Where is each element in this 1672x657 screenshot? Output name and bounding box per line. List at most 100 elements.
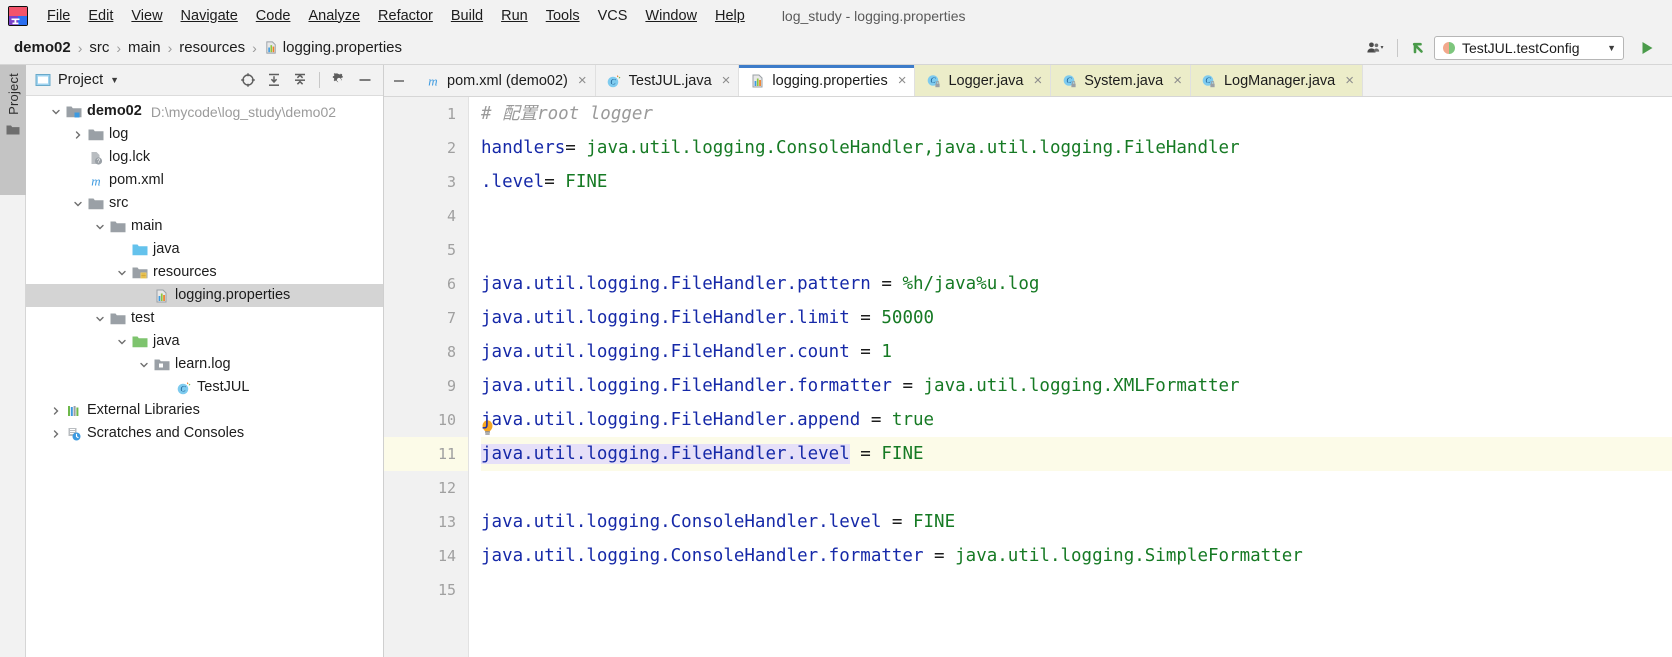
menu-analyze[interactable]: Analyze <box>299 5 369 27</box>
code-line-10[interactable]: java.util.logging.FileHandler.append = t… <box>481 403 1672 437</box>
close-icon[interactable]: × <box>1033 73 1042 88</box>
menu-edit[interactable]: Edit <box>79 5 122 27</box>
tree-node-main-java[interactable]: java <box>26 238 383 261</box>
menu-view[interactable]: View <box>122 5 171 27</box>
line-number: 7 <box>446 309 456 327</box>
menu-window[interactable]: Window <box>636 5 706 27</box>
code-line-9[interactable]: java.util.logging.FileHandler.formatter … <box>481 369 1672 403</box>
code-line-7[interactable]: java.util.logging.FileHandler.limit = 50… <box>481 301 1672 335</box>
properties-file-icon <box>264 40 279 55</box>
project-panel-title: Project <box>58 72 104 88</box>
chevron-down-icon[interactable] <box>114 261 130 284</box>
close-icon[interactable]: × <box>578 73 587 88</box>
scratches-icon <box>64 422 84 445</box>
code-line-12[interactable] <box>481 471 1672 505</box>
tree-node-log[interactable]: log <box>26 123 383 146</box>
code-line-14[interactable]: java.util.logging.ConsoleHandler.formatt… <box>481 539 1672 573</box>
code-line-1[interactable]: # 配置root logger <box>481 97 1672 131</box>
breadcrumb-item-resources[interactable]: resources <box>175 38 249 57</box>
collapse-all-icon[interactable] <box>288 69 312 91</box>
breadcrumb-separator: › <box>252 39 257 56</box>
editor-tab-testjul-java[interactable]: C TestJUL.java × <box>596 65 740 96</box>
code-line-2[interactable]: handlers= java.util.logging.ConsoleHandl… <box>481 131 1672 165</box>
close-icon[interactable]: × <box>898 73 907 88</box>
breadcrumb-item-main[interactable]: main <box>124 38 165 57</box>
tree-node-resources[interactable]: resources <box>26 261 383 284</box>
editor-tab-logger-java-label: Logger.java <box>948 72 1024 89</box>
close-icon[interactable]: × <box>1345 73 1354 88</box>
chevron-down-icon[interactable] <box>48 100 64 123</box>
menu-help[interactable]: Help <box>706 5 754 27</box>
code-line-5[interactable] <box>481 233 1672 267</box>
tree-node-test[interactable]: test <box>26 307 383 330</box>
editor-area: m pom.xml (demo02) × C TestJUL.java × lo… <box>384 65 1672 657</box>
hide-icon[interactable] <box>353 69 377 91</box>
tree-node-main-label: main <box>131 218 163 234</box>
code-line-4[interactable] <box>481 199 1672 233</box>
tree-node-src[interactable]: src <box>26 192 383 215</box>
code-line-15[interactable] <box>481 573 1672 607</box>
editor-gutter[interactable]: 1 2 3 4 5 6 7 8 9 10 11 12 13 14 15 <box>384 97 469 657</box>
editor-tab-system-java-label: System.java <box>1084 72 1164 89</box>
menu-tools[interactable]: Tools <box>537 5 589 27</box>
run-play-icon[interactable] <box>1632 35 1662 61</box>
breadcrumb-item-demo02[interactable]: demo02 <box>10 38 75 57</box>
close-icon[interactable]: × <box>1173 73 1182 88</box>
code-content[interactable]: # 配置root logger handlers= java.util.logg… <box>469 97 1672 657</box>
code-editor[interactable]: 1 2 3 4 5 6 7 8 9 10 11 12 13 14 15 # 配置… <box>384 97 1672 657</box>
junit-run-config-icon <box>1442 41 1456 55</box>
code-line-6[interactable]: java.util.logging.FileHandler.pattern = … <box>481 267 1672 301</box>
menu-navigate[interactable]: Navigate <box>172 5 247 27</box>
scroll-from-source-icon[interactable] <box>236 69 260 91</box>
code-line-8[interactable]: java.util.logging.FileHandler.count = 1 <box>481 335 1672 369</box>
chevron-right-icon[interactable] <box>48 399 64 422</box>
menu-vcs[interactable]: VCS <box>589 5 637 27</box>
menu-build[interactable]: Build <box>442 5 492 27</box>
chevron-down-icon[interactable]: ▼ <box>110 75 119 85</box>
chevron-down-icon[interactable] <box>136 353 152 376</box>
tree-node-logging-properties[interactable]: logging.properties <box>26 284 383 307</box>
chevron-down-icon[interactable] <box>70 192 86 215</box>
user-dropdown-icon[interactable] <box>1361 35 1391 61</box>
tree-node-demo02[interactable]: demo02 D:\mycode\log_study\demo02 <box>26 100 383 123</box>
tree-node-external-libraries[interactable]: External Libraries <box>26 399 383 422</box>
editor-tab-system-java[interactable]: C System.java × <box>1051 65 1191 96</box>
property-key: java.util.logging.ConsoleHandler.level <box>481 512 882 532</box>
editor-tab-pom-xml[interactable]: m pom.xml (demo02) × <box>414 65 596 96</box>
project-tree[interactable]: demo02 D:\mycode\log_study\demo02 log ? … <box>26 96 383 657</box>
tree-node-testjul[interactable]: C TestJUL <box>26 376 383 399</box>
editor-tab-logger-java[interactable]: C Logger.java × <box>915 65 1052 96</box>
property-equals: = <box>881 512 913 532</box>
tree-node-test-java[interactable]: java <box>26 330 383 353</box>
menu-refactor[interactable]: Refactor <box>369 5 442 27</box>
menu-code[interactable]: Code <box>247 5 300 27</box>
code-line-11[interactable]: java.util.logging.FileHandler.level = FI… <box>481 437 1672 471</box>
chevron-down-icon[interactable] <box>92 215 108 238</box>
gear-icon[interactable] <box>327 69 351 91</box>
expand-all-icon[interactable] <box>262 69 286 91</box>
code-line-3[interactable]: .level= FINE <box>481 165 1672 199</box>
editor-tab-logmanager-java[interactable]: C LogManager.java × <box>1190 65 1363 96</box>
tree-node-log-lck[interactable]: ? log.lck <box>26 146 383 169</box>
run-configuration-selector[interactable]: TestJUL.testConfig ▼ <box>1434 35 1624 60</box>
property-key: java.util.logging.FileHandler.count <box>481 342 850 362</box>
vcs-update-icon[interactable] <box>1404 35 1434 61</box>
tree-node-pom-xml[interactable]: m pom.xml <box>26 169 383 192</box>
chevron-down-icon[interactable] <box>114 330 130 353</box>
breadcrumb-item-logging-properties[interactable]: logging.properties <box>260 38 406 57</box>
close-icon[interactable]: × <box>722 73 731 88</box>
hide-panel-icon[interactable] <box>384 65 414 96</box>
chevron-right-icon[interactable] <box>48 422 64 445</box>
chevron-down-icon[interactable]: ▼ <box>1607 43 1616 53</box>
code-line-13[interactable]: java.util.logging.ConsoleHandler.level =… <box>481 505 1672 539</box>
breadcrumb-item-src[interactable]: src <box>85 38 113 57</box>
editor-tab-logging-properties[interactable]: logging.properties × <box>739 65 916 96</box>
chevron-right-icon[interactable] <box>70 123 86 146</box>
tree-node-learn-log[interactable]: learn.log <box>26 353 383 376</box>
tree-node-main[interactable]: main <box>26 215 383 238</box>
tool-window-button-project[interactable]: Project <box>0 65 26 195</box>
menu-run[interactable]: Run <box>492 5 537 27</box>
chevron-down-icon[interactable] <box>92 307 108 330</box>
tree-node-scratches-and-consoles[interactable]: Scratches and Consoles <box>26 422 383 445</box>
menu-file[interactable]: File <box>38 5 79 27</box>
